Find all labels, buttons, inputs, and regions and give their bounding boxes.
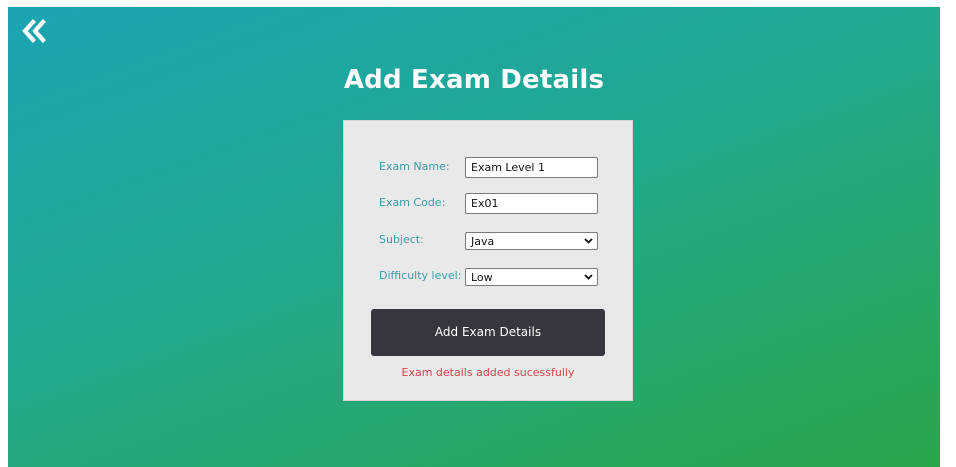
double-chevron-left-icon [22,19,46,43]
chevron-down-icon [584,238,593,244]
subject-select[interactable]: Java [465,232,598,250]
exam-name-label: Exam Name: [379,160,450,173]
exam-form-card: Exam Name: Exam Code: Subject: Java Diff… [343,120,633,401]
difficulty-selected-value: Low [471,271,493,284]
chevron-down-icon [584,274,593,280]
page-title: Add Exam Details [343,65,605,95]
subject-label: Subject: [379,233,424,246]
exam-code-input[interactable] [465,193,598,214]
difficulty-select[interactable]: Low [465,268,598,286]
page-background: Add Exam Details Exam Name: Exam Code: S… [8,7,940,467]
exam-name-input[interactable] [465,157,598,178]
subject-selected-value: Java [471,235,495,248]
back-button[interactable] [21,19,47,43]
difficulty-label: Difficulty level: [379,269,462,282]
exam-code-label: Exam Code: [379,196,446,209]
add-exam-details-button[interactable]: Add Exam Details [371,309,605,356]
status-message: Exam details added sucessfully [401,366,575,379]
